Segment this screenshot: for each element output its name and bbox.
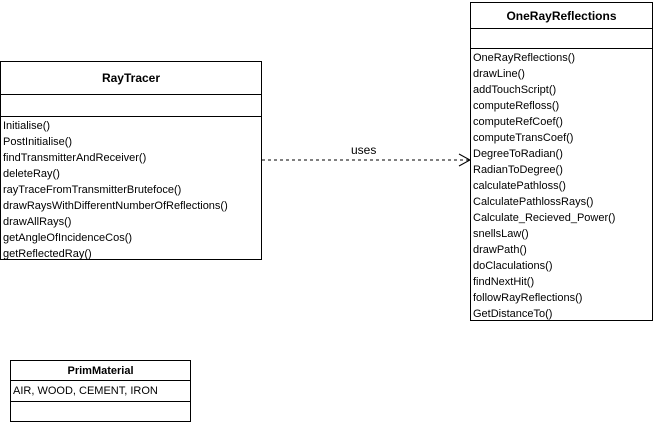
attributes-compartment bbox=[1, 95, 261, 117]
method-item: findTransmitterAndReceiver() bbox=[3, 152, 147, 164]
method-item: drawPath() bbox=[473, 244, 527, 256]
attributes-compartment: AIR, WOOD, CEMENT, IRON bbox=[11, 381, 190, 402]
method-item: GetDistanceTo() bbox=[473, 308, 553, 320]
class-name: PrimMaterial bbox=[11, 361, 190, 381]
operations-compartment bbox=[11, 402, 190, 403]
class-primmaterial[interactable]: PrimMaterial AIR, WOOD, CEMENT, IRON bbox=[10, 360, 191, 422]
method-item: drawLine() bbox=[473, 68, 525, 80]
method-item: Initialise() bbox=[3, 120, 51, 132]
method-item: rayTraceFromTransmitterBrutefoce() bbox=[3, 184, 182, 196]
method-item: computeRefloss() bbox=[473, 100, 560, 112]
method-item: snellsLaw() bbox=[473, 228, 529, 240]
method-item: getAngleOfIncidenceCos() bbox=[3, 232, 133, 244]
method-item: drawAllRays() bbox=[3, 216, 72, 228]
method-item: deleteRay() bbox=[3, 168, 60, 180]
class-raytracer[interactable]: RayTracer Initialise() PostInitialise() fi… bbox=[0, 61, 262, 260]
method-item: findNextHit() bbox=[473, 276, 535, 288]
method-item: OneRayReflections() bbox=[473, 52, 576, 64]
method-item: computeRefCoef() bbox=[473, 116, 563, 128]
uses-label: uses bbox=[351, 143, 377, 157]
method-item: addTouchScript() bbox=[473, 84, 557, 96]
method-item: doClaculations() bbox=[473, 260, 553, 272]
method-item: drawRaysWithDifferentNumberOfReflections… bbox=[3, 200, 228, 212]
method-item: RadianToDegree() bbox=[473, 164, 563, 176]
method-item: CalculatePathlossRays() bbox=[473, 196, 594, 208]
method-item: calculatePathloss() bbox=[473, 180, 566, 192]
attributes-compartment bbox=[471, 29, 652, 49]
method-item: followRayReflections() bbox=[473, 292, 583, 304]
class-name: RayTracer bbox=[1, 62, 261, 95]
method-item: computeTransCoef() bbox=[473, 132, 574, 144]
method-item: getReflectedRay() bbox=[3, 248, 92, 260]
method-item: DegreeToRadian() bbox=[473, 148, 563, 160]
method-item: PostInitialise() bbox=[3, 136, 73, 148]
class-onerayreflections[interactable]: OneRayReflections OneRayReflections() dra… bbox=[470, 2, 653, 321]
method-item: Calculate_Recieved_Power() bbox=[473, 212, 616, 224]
class-name: OneRayReflections bbox=[471, 3, 652, 29]
operations-compartment: OneRayReflections() drawLine() addTouchScr… bbox=[471, 49, 652, 322]
operations-compartment: Initialise() PostInitialise() findTransmit… bbox=[1, 117, 261, 262]
